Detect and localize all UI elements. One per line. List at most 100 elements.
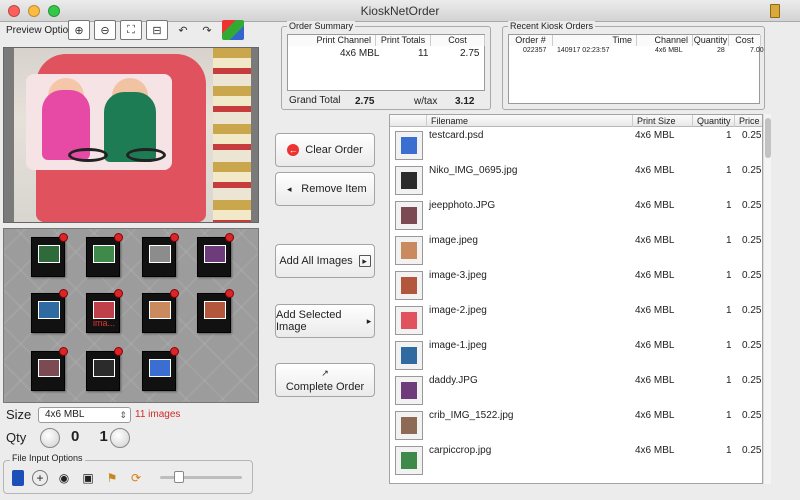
memory-card-icon[interactable]: [8, 468, 28, 488]
thumbnail[interactable]: [197, 289, 234, 333]
quantity: 1: [726, 200, 732, 211]
maximize-window-button[interactable]: [48, 5, 60, 17]
refresh-icon[interactable]: ⟳: [126, 468, 146, 488]
fit-icon[interactable]: ⛶: [120, 20, 142, 40]
list-item[interactable]: Niko_IMG_0695.jpg 4x6 MBL 1 0.25: [390, 163, 762, 198]
thumbnail[interactable]: [31, 233, 68, 277]
quantity: 1: [726, 165, 732, 176]
file-list[interactable]: Filename Print Size Quantity Price testc…: [389, 114, 763, 484]
print-size: 4x6 MBL: [635, 130, 675, 141]
list-item[interactable]: carpiccrop.jpg 4x6 MBL 1 0.25: [390, 443, 762, 478]
recent-order-channel: 4x6 MBL: [655, 47, 683, 54]
clear-order-button[interactable]: ← Clear Order: [275, 133, 375, 167]
thumbnail[interactable]: [197, 233, 234, 277]
right-arrow-icon: ▸: [366, 315, 372, 326]
crop-icon[interactable]: ⊟: [146, 20, 168, 40]
price: 0.25: [742, 375, 762, 386]
zoom-out-icon[interactable]: ⊖: [94, 20, 116, 40]
print-size: 4x6 MBL: [635, 340, 675, 351]
file-input-options-label: File Input Options: [10, 453, 85, 463]
column-header: Order #: [509, 35, 553, 46]
close-window-button[interactable]: [8, 5, 20, 17]
quantity: 1: [726, 130, 732, 141]
rotate-left-icon[interactable]: ↶: [172, 20, 194, 40]
file-thumbnail: [395, 271, 423, 300]
rotate-right-icon[interactable]: ↷: [196, 20, 218, 40]
add-selected-image-button[interactable]: Add Selected Image ▸: [275, 304, 375, 338]
price: 0.25: [742, 410, 762, 421]
filename: daddy.JPG: [429, 375, 478, 386]
column-header: Print Totals: [376, 35, 431, 46]
column-header: Print Channel: [288, 35, 376, 46]
quantity: 1: [726, 270, 732, 281]
play-icon: ▸: [358, 255, 371, 267]
remove-item-button[interactable]: ◂ Remove Item: [275, 172, 375, 206]
list-item[interactable]: crib_IMG_1522.jpg 4x6 MBL 1 0.25: [390, 408, 762, 443]
quantity: 1: [726, 375, 732, 386]
quantity: 1: [726, 235, 732, 246]
broom-icon[interactable]: ⚑: [102, 468, 122, 488]
quantity: 1: [726, 445, 732, 456]
filename: carpiccrop.jpg: [429, 445, 492, 456]
qty-decrease-knob[interactable]: [40, 428, 60, 448]
thumbnail[interactable]: [86, 347, 123, 391]
complete-order-button[interactable]: ↗ Complete Order: [275, 363, 375, 397]
thumbnail-grid[interactable]: ima...: [3, 228, 259, 403]
file-thumbnail: [395, 411, 423, 440]
thumbnail[interactable]: [142, 289, 179, 333]
list-item[interactable]: image-3.jpeg 4x6 MBL 1 0.25: [390, 268, 762, 303]
qty-increase-knob[interactable]: [110, 428, 130, 448]
minimize-window-button[interactable]: [28, 5, 40, 17]
scanner-icon[interactable]: ▣: [78, 468, 98, 488]
filename: image.jpeg: [429, 235, 478, 246]
file-list-scrollbar[interactable]: [763, 114, 771, 484]
price: 0.25: [742, 445, 762, 456]
list-item[interactable]: daddy.JPG 4x6 MBL 1 0.25: [390, 373, 762, 408]
add-all-images-button[interactable]: Add All Images ▸: [275, 244, 375, 278]
column-header: Channel: [637, 35, 693, 46]
filename: crib_IMG_1522.jpg: [429, 410, 514, 421]
image-preview[interactable]: [3, 47, 259, 223]
column-header: Time: [553, 35, 637, 46]
list-item[interactable]: testcard.psd 4x6 MBL 1 0.25: [390, 128, 762, 163]
filename: Niko_IMG_0695.jpg: [429, 165, 518, 176]
price: 0.25: [742, 165, 762, 176]
list-item[interactable]: image-2.jpeg 4x6 MBL 1 0.25: [390, 303, 762, 338]
thumbnail[interactable]: [142, 233, 179, 277]
file-thumbnail: [395, 376, 423, 405]
add-icon[interactable]: +: [30, 468, 50, 488]
print-size-select[interactable]: 4x6 MBL: [38, 407, 131, 423]
list-item[interactable]: jeepphoto.JPG 4x6 MBL 1 0.25: [390, 198, 762, 233]
column-header[interactable]: Quantity: [692, 115, 734, 127]
thumbnail[interactable]: [86, 233, 123, 277]
thumbnail[interactable]: [31, 347, 68, 391]
column-header[interactable]: Print Size: [632, 115, 692, 127]
slider-thumb[interactable]: [174, 471, 185, 483]
file-thumbnail: [395, 201, 423, 230]
thumbnail[interactable]: [142, 347, 179, 391]
image-count: 11 images: [135, 409, 181, 420]
list-item[interactable]: image-1.jpeg 4x6 MBL 1 0.25: [390, 338, 762, 373]
preview-photo: [14, 48, 251, 222]
recent-order-cost: 7.00: [750, 47, 764, 54]
title-bar: KioskNetOrder: [0, 0, 800, 22]
zoom-in-icon[interactable]: ⊕: [68, 20, 90, 40]
thumbnail-selected[interactable]: ima...: [86, 289, 123, 333]
share-icon: ↗: [321, 367, 329, 378]
file-list-header: Filename Print Size Quantity Price: [390, 115, 762, 127]
order-summary-table: Print Channel Print Totals Cost 4x6 MBL …: [287, 34, 485, 91]
column-header[interactable]: Price: [734, 115, 762, 127]
color-palette-icon[interactable]: [222, 20, 244, 40]
size-label: Size: [6, 407, 32, 422]
column-header[interactable]: Filename: [426, 115, 634, 127]
print-size: 4x6 MBL: [635, 235, 675, 246]
file-thumbnail: [395, 236, 423, 265]
window-title: KioskNetOrder: [360, 4, 440, 18]
camera-icon[interactable]: ◉: [54, 468, 74, 488]
thumbnail-size-slider[interactable]: [160, 476, 242, 479]
column-header: Cost: [729, 35, 761, 46]
list-item[interactable]: image.jpeg 4x6 MBL 1 0.25: [390, 233, 762, 268]
recent-orders-table[interactable]: Order # Time Channel Quantity Cost 02235…: [508, 34, 764, 104]
thumbnail[interactable]: [31, 289, 68, 333]
quantity: 1: [726, 305, 732, 316]
